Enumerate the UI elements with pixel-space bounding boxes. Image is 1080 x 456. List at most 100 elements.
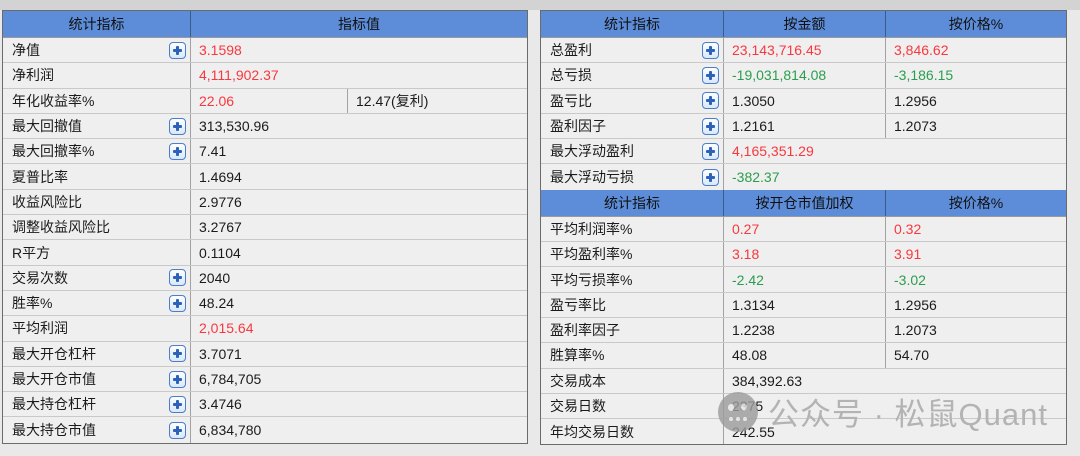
expand-plus-icon[interactable]: [169, 117, 186, 135]
stat-value-cell: 0.1104: [199, 244, 241, 261]
stat-label-cell: 净值: [3, 38, 191, 63]
stat-label: 交易成本: [550, 372, 606, 389]
right-table-header-row-1: 统计指标 按金额 按价格%: [541, 11, 1066, 38]
stat-label-cell: R平方: [3, 240, 191, 265]
table-row: 交易日数 2375: [541, 393, 1066, 420]
expand-plus-icon[interactable]: [702, 41, 719, 59]
stat-value-cell: 3.18: [724, 242, 886, 267]
left-table-header-row: 统计指标 指标值: [3, 11, 527, 38]
stat-label: 净值: [12, 42, 40, 59]
stat-label-cell: 胜率%: [3, 290, 191, 316]
stat-label-cell: 最大持仓市值: [3, 417, 191, 443]
stat-value-cell: 23,143,716.45: [724, 38, 886, 63]
expand-plus-icon[interactable]: [169, 345, 186, 363]
table-row: 净利润 4,111,902.37: [3, 63, 527, 89]
expand-plus-icon[interactable]: [169, 421, 186, 439]
stat-label: 总盈利: [550, 42, 592, 59]
stat-label-cell: 交易日数: [541, 393, 724, 419]
stat-value-cell: 6,784,705: [199, 371, 262, 387]
expand-plus-icon[interactable]: [702, 66, 719, 84]
stat-value-cell: -3,186.15: [894, 67, 954, 84]
column-header-by-amount: 按金额: [724, 11, 886, 37]
stat-label: 最大持仓杠杆: [12, 396, 96, 413]
expand-plus-icon[interactable]: [702, 168, 719, 186]
stat-value-cell: 22.06: [191, 88, 348, 113]
stat-label-cell: 交易成本: [541, 368, 724, 393]
table-row: 总亏损 -19,031,814.08 -3,186.15: [541, 63, 1066, 89]
stat-label: 净利润: [12, 67, 54, 84]
stat-label-cell: 最大回撤值: [3, 113, 191, 139]
table-row: 交易成本 384,392.63: [541, 368, 1066, 394]
stat-label-cell: 年均交易日数: [541, 419, 724, 445]
table-row: 平均亏损率% -2.42 -3.02: [541, 267, 1066, 293]
column-header-weighted-by-open-value: 按开仓市值加权: [724, 189, 886, 216]
stat-label: 胜率%: [12, 295, 53, 312]
table-row: 平均盈利率% 3.18 3.91: [541, 242, 1066, 268]
stat-value-cell: 54.70: [894, 347, 930, 364]
stat-value-cell: 3.2767: [199, 219, 242, 236]
expand-plus-icon[interactable]: [169, 370, 186, 388]
table-row: 收益风险比 2.9776: [3, 189, 527, 216]
expand-plus-icon[interactable]: [169, 395, 186, 413]
expand-plus-icon[interactable]: [169, 142, 186, 160]
column-header-by-price-pct: 按价格%: [948, 16, 1004, 32]
stat-value-cell: 2.9776: [199, 193, 242, 210]
table-row: 夏普比率 1.4694: [3, 164, 527, 190]
table-row: 交易次数 2040: [3, 265, 527, 291]
stat-value-cell: 2375: [732, 398, 764, 414]
stat-label: 平均盈利率%: [550, 246, 633, 263]
expand-plus-icon[interactable]: [702, 142, 719, 160]
stat-label-cell: 盈利因子: [541, 113, 724, 139]
table-row: 最大开仓市值 6,784,705: [3, 366, 527, 393]
stat-value-cell: 242.55: [732, 423, 775, 440]
table-row: 盈亏率比 1.3134 1.2956: [541, 292, 1066, 318]
table-row: 平均利润率% 0.27 0.32: [541, 216, 1066, 243]
stat-label-cell: 最大浮动盈利: [541, 139, 724, 164]
stat-label-cell: 年化收益率%: [3, 88, 191, 113]
stat-value-cell: 1.3134: [724, 292, 886, 317]
stat-label-cell: 平均亏损率%: [541, 267, 724, 292]
stat-label-cell: 盈利率因子: [541, 317, 724, 343]
stat-label-cell: 盈亏率比: [541, 292, 724, 317]
stat-label: 盈亏比: [550, 92, 592, 109]
stat-value-cell: 1.2073: [894, 118, 937, 135]
expand-plus-icon[interactable]: [169, 269, 186, 287]
stat-label-cell: 平均盈利率%: [541, 242, 724, 267]
stat-label: 最大回撤值: [12, 118, 82, 135]
stat-label-cell: 净利润: [3, 63, 191, 88]
stat-label-cell: 平均利润率%: [541, 216, 724, 242]
expand-plus-icon[interactable]: [169, 41, 186, 59]
stat-value-cell: 48.08: [724, 343, 886, 368]
stat-label: 最大持仓市值: [12, 422, 96, 439]
table-row: 最大浮动亏损 -382.37: [541, 164, 1066, 190]
stat-label-cell: 夏普比率: [3, 164, 191, 189]
stat-value-cell: -19,031,814.08: [724, 63, 886, 88]
expand-plus-icon[interactable]: [169, 294, 186, 312]
stat-label-cell: 调整收益风险比: [3, 215, 191, 240]
table-row: 最大持仓市值 6,834,780: [3, 417, 527, 443]
stat-value-cell: 1.4694: [199, 168, 242, 185]
table-row: 最大浮动盈利 4,165,351.29: [541, 139, 1066, 165]
table-row: 盈利因子 1.2161 1.2073: [541, 113, 1066, 140]
table-row: 年均交易日数 242.55: [541, 419, 1066, 445]
stat-label: 盈利因子: [550, 118, 606, 135]
stat-label: 年化收益率%: [12, 92, 95, 109]
column-header-stat-indicator: 统计指标: [541, 189, 724, 216]
stat-label-cell: 平均利润: [3, 316, 191, 341]
stat-label: 盈利率因子: [550, 322, 620, 339]
stat-label: 胜算率%: [550, 347, 605, 364]
stat-label: 最大开仓市值: [12, 371, 96, 387]
table-row: 净值 3.1598: [3, 38, 527, 64]
stat-label: 最大开仓杠杆: [12, 345, 96, 362]
stat-value-cell: 3.7071: [199, 345, 242, 362]
stat-label: 平均利润率%: [550, 220, 633, 237]
expand-plus-icon[interactable]: [702, 117, 719, 135]
stat-label-cell: 最大开仓杠杆: [3, 341, 191, 366]
stat-label: 最大回撤率%: [12, 143, 95, 160]
table-row: 最大持仓杠杆 3.4746: [3, 392, 527, 418]
table-row: 胜率% 48.24: [3, 290, 527, 317]
stat-value-cell: 12.47(复利): [356, 92, 429, 109]
stat-label-cell: 总盈利: [541, 38, 724, 63]
table-row: 平均利润 2,015.64: [3, 316, 527, 342]
expand-plus-icon[interactable]: [702, 92, 719, 110]
